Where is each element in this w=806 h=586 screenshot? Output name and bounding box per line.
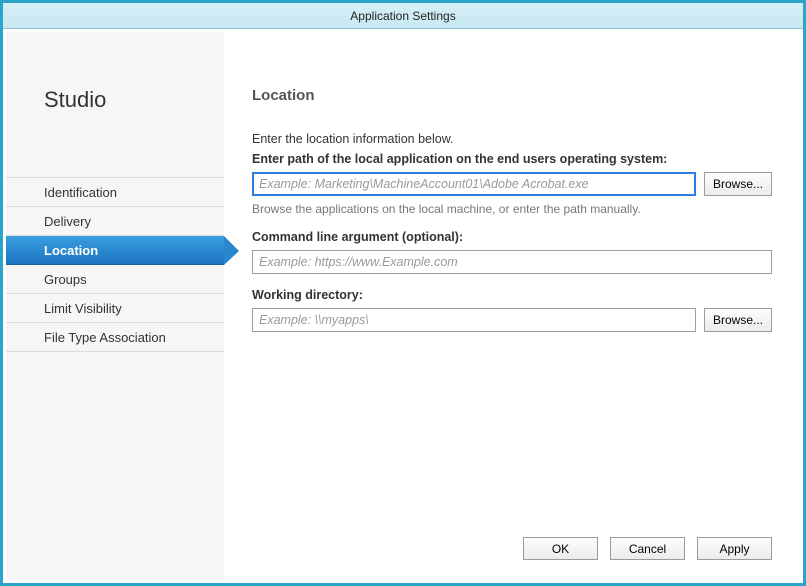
- sidebar-item-label: Limit Visibility: [44, 301, 122, 316]
- cmd-input[interactable]: [252, 250, 772, 274]
- sidebar-item-label: Groups: [44, 272, 87, 287]
- sidebar-item-label: Identification: [44, 185, 117, 200]
- cmd-section: Command line argument (optional):: [252, 230, 772, 274]
- path-browse-button[interactable]: Browse...: [704, 172, 772, 196]
- intro-text: Enter the location information below.: [252, 132, 772, 146]
- titlebar: Application Settings: [3, 3, 803, 29]
- sidebar: Studio Identification Delivery Location …: [6, 32, 224, 580]
- path-input[interactable]: [252, 172, 696, 196]
- sidebar-item-delivery[interactable]: Delivery: [6, 207, 224, 236]
- workdir-input[interactable]: [252, 308, 696, 332]
- sidebar-item-label: File Type Association: [44, 330, 166, 345]
- sidebar-item-file-type-association[interactable]: File Type Association: [6, 323, 224, 352]
- page-heading: Location: [252, 87, 772, 104]
- window-title: Application Settings: [350, 9, 455, 23]
- sidebar-item-groups[interactable]: Groups: [6, 265, 224, 294]
- workdir-label: Working directory:: [252, 288, 772, 302]
- path-section: Enter path of the local application on t…: [252, 152, 772, 216]
- ok-button[interactable]: OK: [523, 537, 598, 560]
- window-frame: Application Settings Studio Identificati…: [0, 0, 806, 586]
- sidebar-item-limit-visibility[interactable]: Limit Visibility: [6, 294, 224, 323]
- sidebar-item-label: Location: [44, 243, 98, 258]
- dialog-body: Studio Identification Delivery Location …: [6, 32, 800, 580]
- sidebar-nav: Identification Delivery Location Groups …: [6, 177, 224, 352]
- apply-button[interactable]: Apply: [697, 537, 772, 560]
- workdir-browse-button[interactable]: Browse...: [704, 308, 772, 332]
- path-hint: Browse the applications on the local mac…: [252, 202, 772, 216]
- cancel-button[interactable]: Cancel: [610, 537, 685, 560]
- main-panel: Location Enter the location information …: [224, 32, 800, 580]
- sidebar-item-location[interactable]: Location: [6, 236, 224, 265]
- sidebar-item-identification[interactable]: Identification: [6, 178, 224, 207]
- cmd-label: Command line argument (optional):: [252, 230, 772, 244]
- workdir-section: Working directory: Browse...: [252, 288, 772, 332]
- path-label: Enter path of the local application on t…: [252, 152, 772, 166]
- sidebar-item-label: Delivery: [44, 214, 91, 229]
- sidebar-title: Studio: [44, 87, 106, 113]
- dialog-footer: OK Cancel Apply: [523, 537, 772, 560]
